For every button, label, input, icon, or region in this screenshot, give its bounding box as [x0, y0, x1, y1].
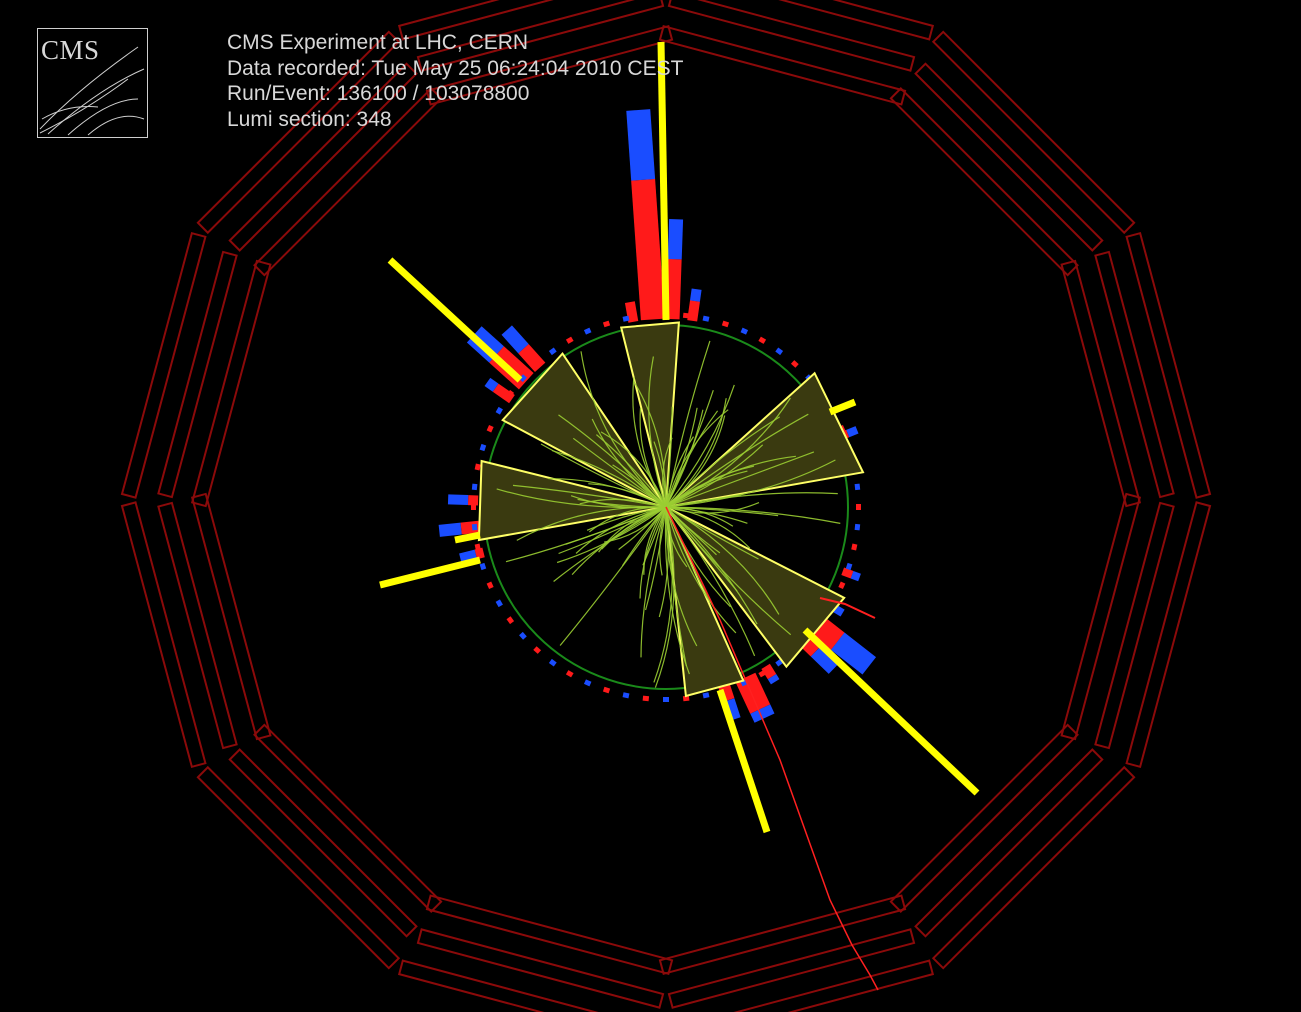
calo-ring-deposit [622, 692, 630, 699]
event-display [120, 0, 1212, 1012]
calo-ring-deposit [479, 443, 487, 452]
hcal-deposit [447, 494, 469, 506]
calo-ring-deposit [486, 581, 494, 590]
calo-ring-deposit [740, 327, 749, 335]
muon-chamber [658, 894, 907, 976]
calo-ring-deposit [663, 697, 669, 702]
ecal-deposit [467, 495, 479, 506]
calo-ring-deposit [721, 320, 730, 328]
jet-axis [454, 531, 481, 544]
event-info: CMS Experiment at LHC, CERN Data recorde… [227, 30, 683, 132]
calo-ring-deposit [702, 692, 710, 699]
calo-ring-deposit [471, 504, 476, 510]
muon-chamber [889, 723, 1079, 913]
calo-ring-deposit [471, 483, 478, 491]
cms-logo: CMS [37, 28, 148, 138]
muon-chamber [190, 259, 272, 508]
jet-axis [379, 556, 481, 589]
muon-chamber [397, 959, 665, 1012]
calo-ring-deposit [519, 631, 527, 640]
calo-ring-deposit [682, 312, 690, 319]
hcal-deposit [667, 218, 684, 260]
calo-ring-deposit [486, 424, 494, 433]
calo-ring-deposit [602, 320, 611, 328]
muon-chamber [1094, 501, 1175, 750]
muon-chamber [658, 24, 907, 106]
calo-ring-deposit [642, 695, 650, 702]
calo-ring-deposit [565, 670, 574, 678]
calo-ring-deposit [583, 679, 592, 687]
muon-chamber [1060, 259, 1142, 508]
experiment-title: CMS Experiment at LHC, CERN [227, 31, 529, 54]
muon-chamber [416, 928, 665, 1009]
muon-chamber [1094, 250, 1175, 499]
muon-chamber [931, 30, 1136, 235]
hcal-deposit [438, 522, 462, 537]
muon-chamber [931, 765, 1136, 970]
muon-chamber [667, 928, 916, 1009]
hcal-deposit [690, 288, 702, 302]
calo-ring-deposit [838, 581, 846, 590]
muon-chamber [914, 748, 1104, 938]
jet-axes [379, 41, 980, 834]
muon-chamber [889, 87, 1079, 277]
calo-ring-deposit [602, 686, 611, 694]
ecal-deposit [631, 178, 665, 321]
calo-ring-deposit [495, 599, 503, 608]
muon-chamber [667, 0, 935, 41]
calo-ring-deposit [583, 327, 592, 335]
muon-chamber [667, 959, 935, 1012]
calo-ring-deposit [533, 646, 542, 654]
muon-chamber [1060, 492, 1142, 741]
calo-ring-deposit [758, 336, 767, 344]
muon-chamber [914, 62, 1104, 252]
muon-chamber [190, 492, 272, 741]
calo-ring-deposit [548, 347, 557, 356]
jet-axis [802, 627, 980, 796]
calo-ring-deposit [856, 504, 861, 510]
muon-chamber [425, 894, 674, 976]
calo-ring-deposit [548, 658, 557, 667]
record-date: Data recorded: Tue May 25 06:24:04 2010 … [227, 56, 684, 80]
muon-chamber [253, 723, 443, 913]
run-event: Run/Event: 136100 / 103078800 [227, 82, 530, 105]
logo-text: CMS [41, 35, 100, 65]
calo-ring-deposit [642, 312, 650, 319]
muon-chamber [228, 748, 418, 938]
muon-chamber [157, 501, 238, 750]
calo-ring-deposit [495, 406, 503, 415]
calo-ring-deposit [775, 347, 784, 356]
muon-chamber [157, 250, 238, 499]
jet-axis [387, 257, 523, 383]
calo-ring-deposit [851, 543, 858, 551]
muon-chamber [196, 765, 401, 970]
calo-ring-deposit [854, 523, 861, 531]
calo-ring-deposit [565, 336, 574, 344]
calo-ring-deposit [790, 360, 799, 368]
calo-ring-deposit [474, 463, 481, 471]
calo-ring-deposit [479, 562, 487, 571]
lumi-section: Lumi section: 348 [227, 107, 392, 131]
calo-ring-deposit [471, 523, 478, 531]
jet-axis [828, 398, 857, 416]
calo-ring-deposit [506, 616, 515, 625]
calo-ring-deposit [702, 315, 710, 322]
ecal-deposit [687, 300, 700, 322]
calo-ring-deposit [854, 483, 861, 491]
